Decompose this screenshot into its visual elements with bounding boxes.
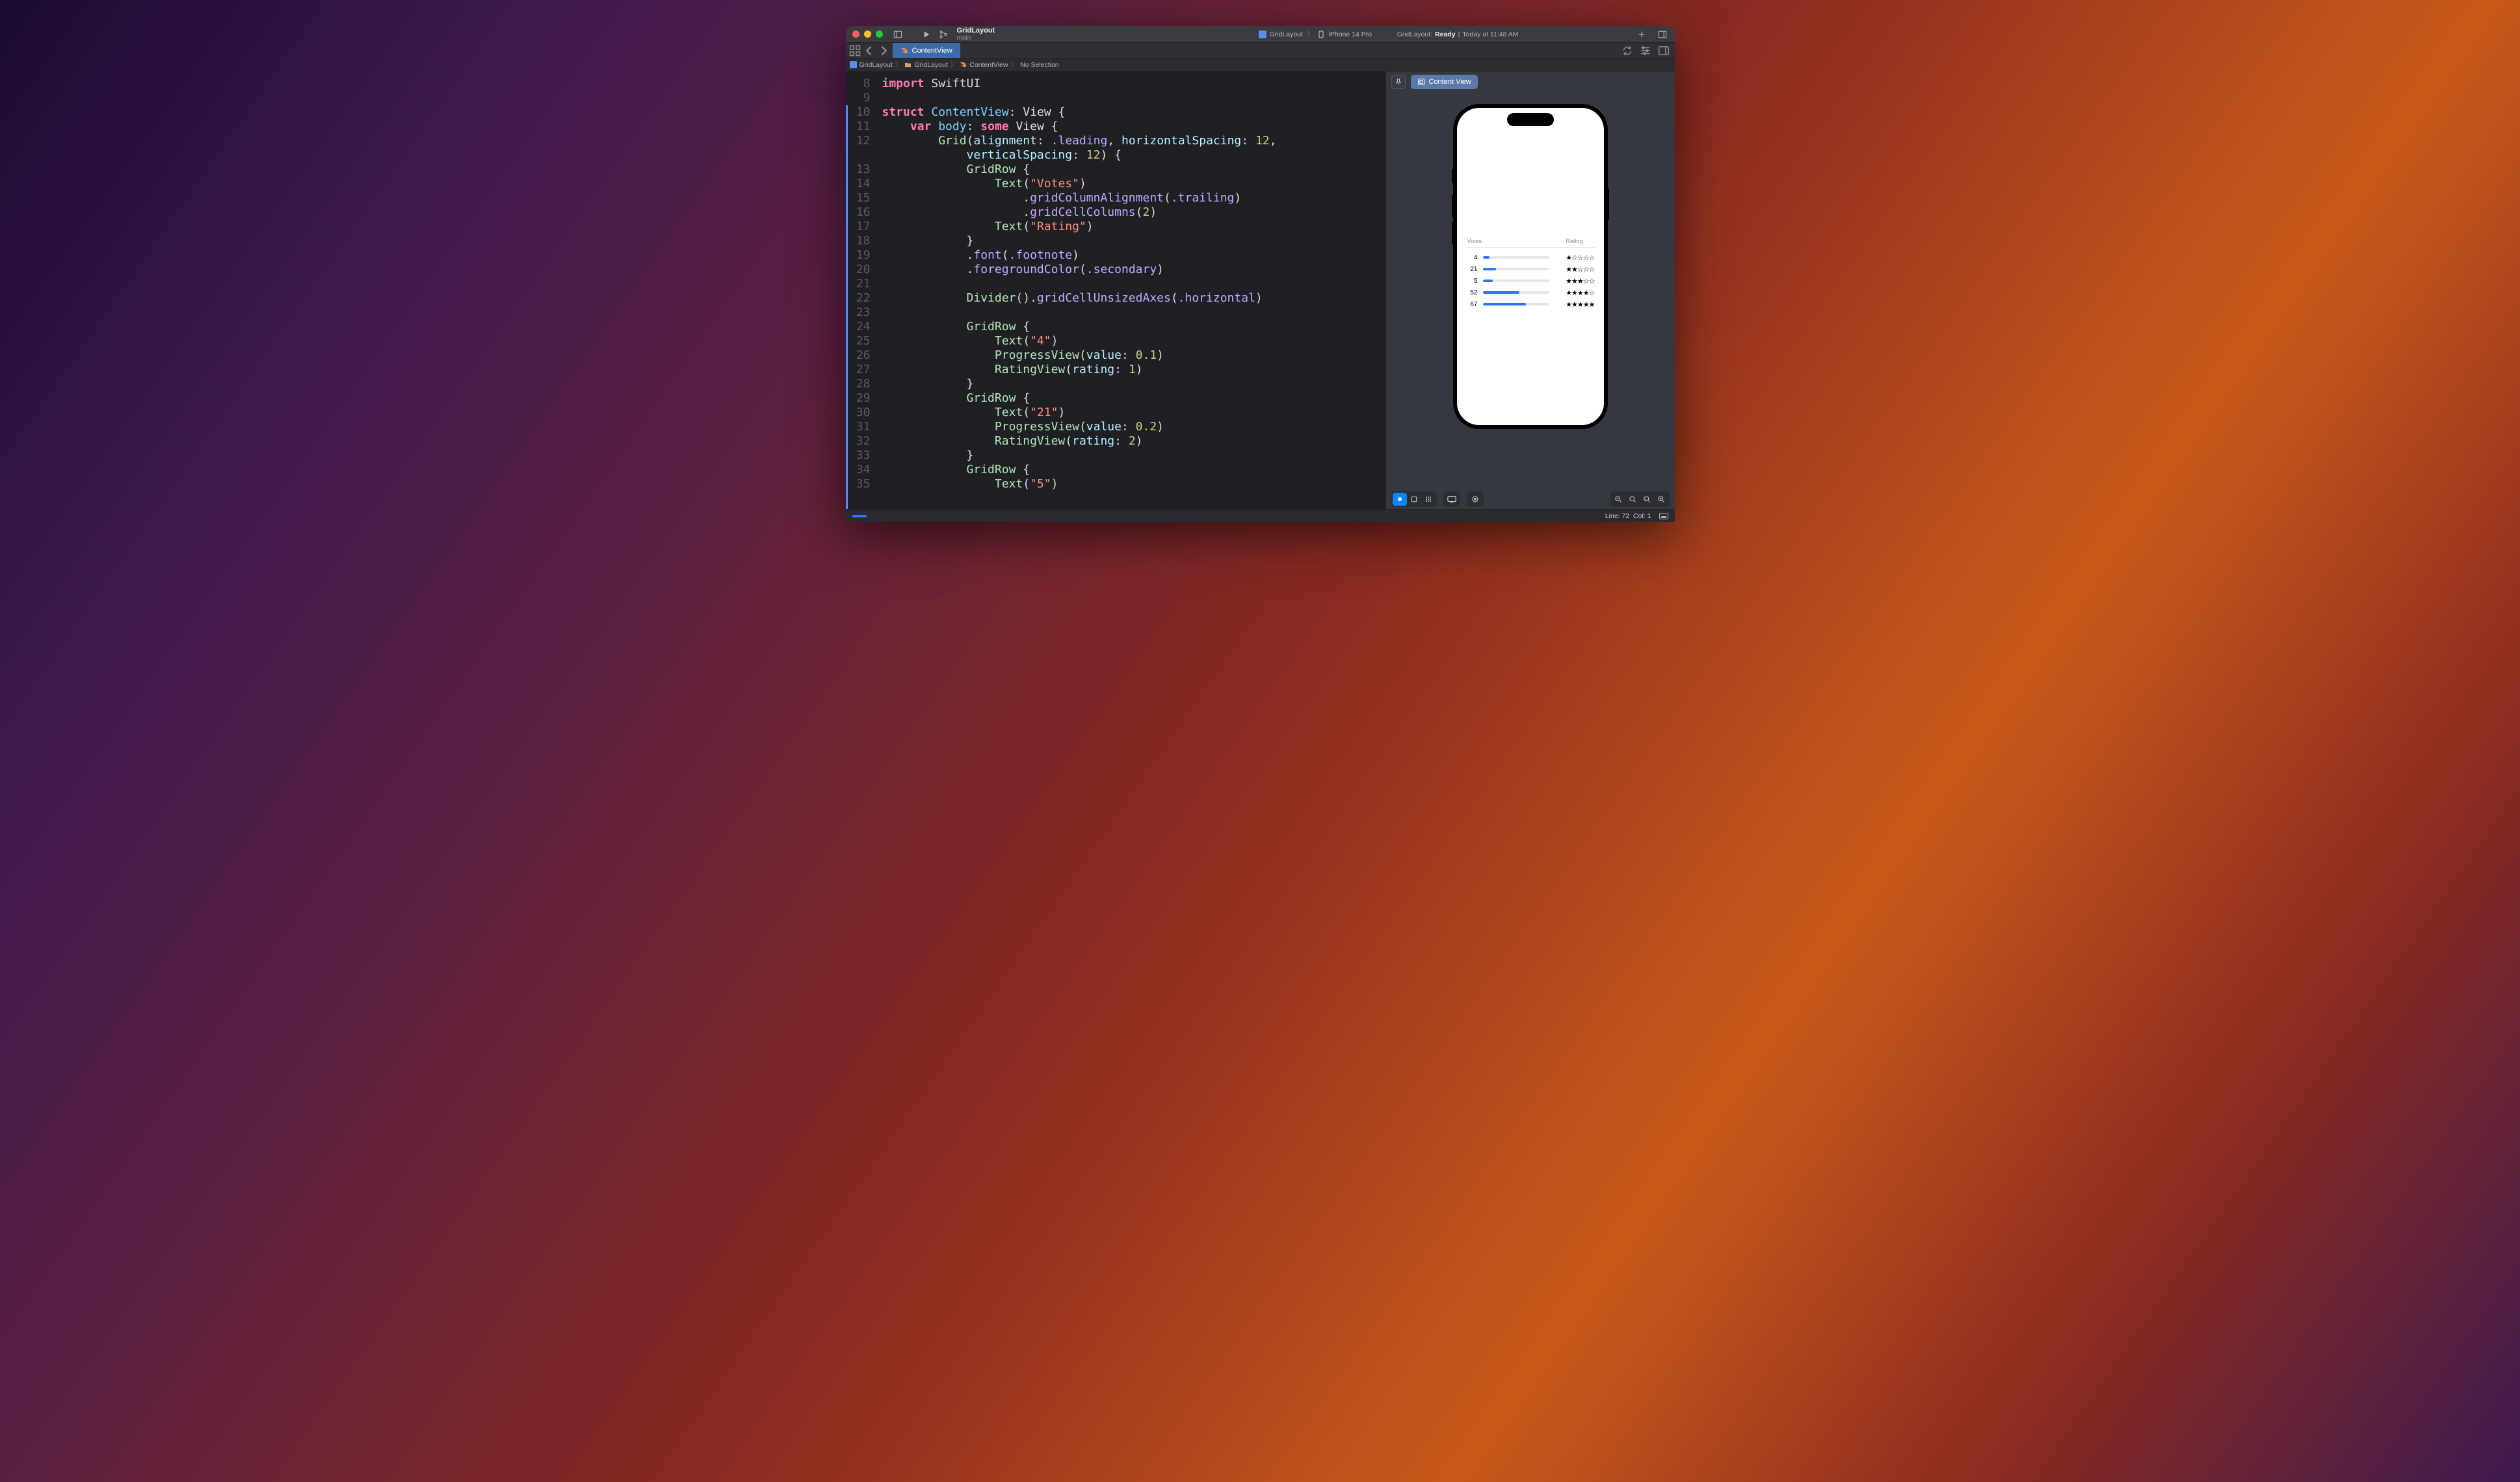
activity-view: GridLayout: Ready | Today at 11:48 AM <box>1397 31 1519 38</box>
refresh-canvas-button[interactable] <box>1621 45 1633 57</box>
row-rating: ★☆☆☆☆ <box>1555 254 1595 262</box>
source-editor[interactable]: 8910111213141516171819202122232425262728… <box>846 72 1385 509</box>
change-bar <box>846 105 848 509</box>
zoom-out-button[interactable] <box>1611 493 1625 506</box>
minimize-button[interactable] <box>864 31 871 38</box>
toggle-navigator-button[interactable] <box>892 29 904 40</box>
run-button[interactable] <box>921 29 932 40</box>
row-progress <box>1483 256 1549 259</box>
preview-canvas: Content View Votes Rating 4★☆ <box>1385 72 1675 509</box>
adjust-editor-button[interactable] <box>1640 45 1651 57</box>
chevron-right-icon: 〉 <box>1307 29 1314 39</box>
zoom-fit-button[interactable] <box>1625 493 1640 506</box>
activity-sep: | <box>1458 31 1460 38</box>
related-items-button[interactable] <box>848 44 861 57</box>
activity-time: Today at 11:48 AM <box>1462 31 1518 38</box>
toggle-canvas-button[interactable] <box>1658 45 1670 57</box>
row-votes: 52 <box>1466 289 1478 296</box>
preview-row: 4 ★☆☆☆☆ <box>1466 252 1595 263</box>
preview-row: 5 ★★★☆☆ <box>1466 275 1595 287</box>
row-rating: ★★☆☆☆ <box>1555 265 1595 274</box>
titlebar: GridLayout main GridLayout 〉 iPhone 14 P… <box>846 26 1675 43</box>
device-settings-button[interactable] <box>1445 493 1459 506</box>
source-code[interactable]: import SwiftUI struct ContentView: View … <box>877 72 1385 509</box>
canvas-stage[interactable]: Votes Rating 4★☆☆☆☆21★★☆☆☆5★★★☆☆52★★★★☆6… <box>1386 92 1675 489</box>
scheme-git-icon[interactable] <box>938 29 949 40</box>
crumb-project: GridLayout <box>860 61 893 69</box>
variants-button[interactable] <box>1421 493 1436 506</box>
toggle-debug-area-button[interactable] <box>1659 513 1668 519</box>
dynamic-island <box>1507 113 1554 126</box>
crumb-group: GridLayout <box>914 61 947 69</box>
tab-label: ContentView <box>912 47 952 55</box>
run-device: iPhone 14 Pro <box>1328 31 1372 38</box>
device-screen: Votes Rating 4★☆☆☆☆21★★☆☆☆5★★★☆☆52★★★★☆6… <box>1457 108 1604 425</box>
row-votes: 67 <box>1466 301 1478 308</box>
pin-preview-button[interactable] <box>1391 75 1406 89</box>
indexing-progress <box>852 515 867 517</box>
tab-bar: ContentView <box>846 43 1675 58</box>
header-rating: Rating <box>1566 238 1582 244</box>
selectable-preview-button[interactable] <box>1407 493 1421 506</box>
scheme-branch: main <box>957 34 995 42</box>
chevron-right-icon: 〉 <box>895 60 902 70</box>
header-votes: Votes <box>1467 238 1482 244</box>
row-progress <box>1483 291 1549 294</box>
tab-contentview[interactable]: ContentView <box>893 43 960 58</box>
crumb-file: ContentView <box>969 61 1008 69</box>
scheme-name: GridLayout <box>957 27 995 34</box>
status-bar: Line: 72 Col: 1 <box>846 509 1675 522</box>
window-traffic-lights <box>852 31 883 38</box>
nav-back-button[interactable] <box>863 44 876 57</box>
toggle-inspector-button[interactable] <box>1657 29 1668 40</box>
row-votes: 5 <box>1466 278 1478 285</box>
activity-prefix: GridLayout: <box>1397 31 1432 38</box>
cursor-position: Line: 72 Col: 1 <box>1605 512 1651 520</box>
crumb-selection: No Selection <box>1020 61 1059 69</box>
preview-chip-label: Content View <box>1429 78 1471 86</box>
preview-row: 21 ★★☆☆☆ <box>1466 263 1595 275</box>
add-button[interactable] <box>1636 29 1647 40</box>
row-rating: ★★★☆☆ <box>1555 277 1595 285</box>
run-project: GridLayout <box>1270 31 1303 38</box>
device-iphone: Votes Rating 4★☆☆☆☆21★★☆☆☆5★★★☆☆52★★★★☆6… <box>1453 104 1608 429</box>
row-progress <box>1483 268 1549 270</box>
divider <box>1466 247 1595 248</box>
close-button[interactable] <box>852 31 860 38</box>
row-progress <box>1483 303 1549 306</box>
preview-row: 67 ★★★★★ <box>1466 298 1595 310</box>
canvas-settings-button[interactable] <box>1468 493 1482 506</box>
editor-split: 8910111213141516171819202122232425262728… <box>846 72 1675 509</box>
zoom-button[interactable] <box>876 31 883 38</box>
preview-chip[interactable]: Content View <box>1411 75 1478 89</box>
iphone-icon <box>1317 31 1325 38</box>
run-destination[interactable]: GridLayout 〉 iPhone 14 Pro <box>1000 28 1630 41</box>
canvas-toolbar: Content View <box>1386 72 1675 92</box>
gutter: 8910111213141516171819202122232425262728… <box>846 72 877 509</box>
jump-bar[interactable]: GridLayout 〉 GridLayout 〉 ContentView 〉 … <box>846 58 1675 72</box>
zoom-actual-button[interactable]: 1 <box>1640 493 1654 506</box>
row-votes: 4 <box>1466 254 1478 261</box>
row-progress <box>1483 280 1549 282</box>
chevron-right-icon: 〉 <box>1011 60 1018 70</box>
preview-row: 52 ★★★★☆ <box>1466 287 1595 298</box>
chevron-right-icon: 〉 <box>951 60 958 70</box>
scheme-selector[interactable]: GridLayout main <box>957 27 995 42</box>
app-icon <box>1259 31 1267 38</box>
swift-icon <box>900 47 908 55</box>
live-preview-button[interactable] <box>1393 493 1407 506</box>
zoom-in-button[interactable] <box>1654 493 1668 506</box>
preview-app-content: Votes Rating 4★☆☆☆☆21★★☆☆☆5★★★☆☆52★★★★☆6… <box>1457 238 1604 310</box>
xcode-window: GridLayout main GridLayout 〉 iPhone 14 P… <box>846 26 1675 522</box>
activity-state: Ready <box>1435 31 1456 38</box>
row-rating: ★★★★★ <box>1555 300 1595 309</box>
canvas-bottom-toolbar: 1 <box>1386 489 1675 509</box>
nav-forward-button[interactable] <box>877 44 890 57</box>
row-votes: 21 <box>1466 266 1478 273</box>
svg-text:1: 1 <box>1645 498 1646 500</box>
row-rating: ★★★★☆ <box>1555 289 1595 297</box>
